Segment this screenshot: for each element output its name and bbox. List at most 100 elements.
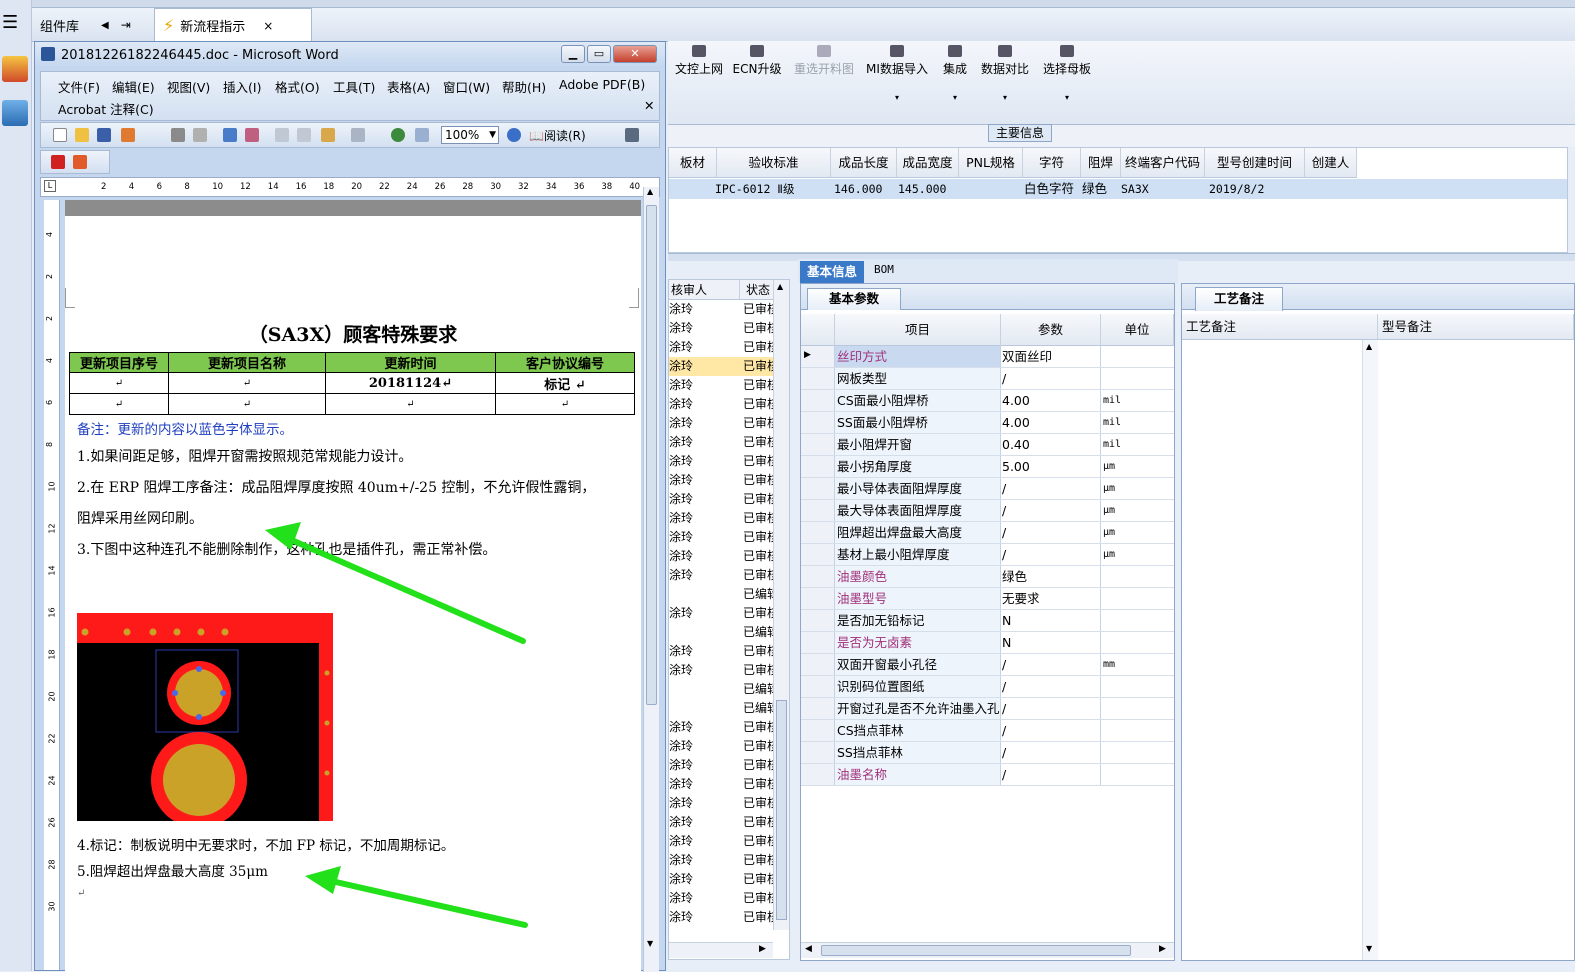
row-selector[interactable] bbox=[801, 566, 835, 587]
param-value[interactable]: N bbox=[1001, 610, 1101, 631]
close-menu-icon[interactable]: ✕ bbox=[644, 98, 654, 113]
param-row[interactable]: 油墨颜色 绿色 bbox=[801, 566, 1174, 588]
minimize-button[interactable]: ▁ bbox=[561, 45, 585, 63]
row-selector[interactable] bbox=[801, 456, 835, 477]
param-row[interactable]: 识别码位置图纸 / bbox=[801, 676, 1174, 698]
tab-component-library[interactable]: 组件库 ◀ ⇥ bbox=[32, 8, 150, 42]
arrow-left-icon[interactable]: ◀ bbox=[101, 20, 109, 31]
select-mother-board-button[interactable]: 选择母板 ▾ bbox=[1040, 41, 1094, 105]
read-button[interactable]: 📖阅读(R) bbox=[529, 127, 586, 144]
main-info-badge[interactable]: 主要信息 bbox=[988, 124, 1052, 142]
menu-acrobat[interactable]: Acrobat 注释(C) bbox=[58, 99, 154, 118]
tab-basic-info[interactable]: 基本信息 bbox=[800, 261, 864, 283]
hyperlink-icon[interactable] bbox=[391, 128, 405, 142]
column-header[interactable]: 型号创建时间 bbox=[1205, 148, 1305, 178]
tab-basic-params[interactable]: 基本参数 bbox=[807, 288, 901, 310]
column-header[interactable]: 参数 bbox=[1001, 314, 1101, 346]
pdf-icon[interactable] bbox=[51, 155, 65, 169]
column-header[interactable]: 创建人 bbox=[1305, 148, 1357, 178]
help-icon[interactable] bbox=[507, 128, 521, 142]
params-hscrollbar[interactable]: ◀ ▶ bbox=[801, 942, 1174, 958]
list-hscrollbar[interactable]: ▶ bbox=[669, 942, 773, 958]
param-row[interactable]: 油墨名称 / bbox=[801, 764, 1174, 786]
row-selector[interactable] bbox=[801, 412, 835, 433]
param-value[interactable]: 5.00 bbox=[1001, 456, 1101, 477]
column-header[interactable]: 验收标准 bbox=[717, 148, 831, 178]
param-row[interactable]: 最大导体表面阻焊厚度 / μm bbox=[801, 500, 1174, 522]
param-value[interactable]: N bbox=[1001, 632, 1101, 653]
ruler-tab-icon[interactable]: L bbox=[44, 180, 56, 192]
scroll-thumb[interactable] bbox=[821, 945, 1131, 956]
param-row[interactable]: 双面开窗最小孔径 / mm bbox=[801, 654, 1174, 676]
ecn-upgrade-button[interactable]: ECN升级 bbox=[732, 41, 782, 105]
spelling-icon[interactable] bbox=[223, 128, 237, 142]
row-selector[interactable] bbox=[801, 368, 835, 389]
close-button[interactable]: ✕ bbox=[613, 45, 657, 63]
zoom-select[interactable]: 100% ▼ bbox=[441, 126, 499, 144]
scroll-left-icon[interactable]: ◀ bbox=[805, 944, 812, 954]
row-selector[interactable] bbox=[801, 720, 835, 741]
param-row[interactable]: 是否加无铅标记 N bbox=[801, 610, 1174, 632]
param-row[interactable]: 最小拐角厚度 5.00 μm bbox=[801, 456, 1174, 478]
menu-tools[interactable]: 工具(T) bbox=[333, 77, 375, 96]
param-row[interactable]: 阻焊超出焊盘最大高度 / μm bbox=[801, 522, 1174, 544]
integration-button[interactable]: 集成 ▾ bbox=[938, 41, 972, 105]
menu-edit[interactable]: 编辑(E) bbox=[112, 77, 155, 96]
pdf-settings-icon[interactable] bbox=[73, 155, 87, 169]
column-header[interactable]: 成品宽度 bbox=[897, 148, 959, 178]
param-value[interactable]: / bbox=[1001, 720, 1101, 741]
scroll-right-icon[interactable]: ▶ bbox=[1159, 944, 1166, 954]
remarks-scrollbar[interactable]: ▲ ▼ bbox=[1362, 340, 1378, 960]
column-header[interactable]: 工艺备注 bbox=[1182, 314, 1378, 340]
menu-adobe-pdf[interactable]: Adobe PDF(B) bbox=[559, 77, 645, 92]
mi-import-button[interactable]: MI数据导入 ▾ bbox=[864, 41, 930, 105]
row-selector[interactable] bbox=[801, 654, 835, 675]
menu-file[interactable]: 文件(F) bbox=[58, 77, 100, 96]
param-row[interactable]: SS挡点菲林 / bbox=[801, 742, 1174, 764]
param-value[interactable]: / bbox=[1001, 654, 1101, 675]
menu-insert[interactable]: 插入(I) bbox=[223, 77, 261, 96]
document-icon[interactable] bbox=[2, 100, 28, 126]
row-selector[interactable] bbox=[801, 764, 835, 785]
param-row[interactable]: ▶ 丝印方式 双面丝印 bbox=[801, 346, 1174, 368]
preview-icon[interactable] bbox=[193, 128, 207, 142]
vertical-ruler[interactable]: 4 2 2 4 6 8 10 12 14 16 18 20 22 24 26 28 30 bbox=[44, 200, 60, 970]
factory-icon[interactable] bbox=[2, 56, 28, 82]
param-value[interactable]: / bbox=[1001, 478, 1101, 499]
row-selector[interactable] bbox=[801, 390, 835, 411]
main-info-grid[interactable]: 板材 验收标准 成品长度 成品宽度 PNL规格 字符 阻焊 终端客户代码 型号创… bbox=[668, 147, 1568, 253]
scroll-up-icon[interactable]: ▲ bbox=[647, 187, 653, 196]
param-row[interactable]: SS面最小阻焊桥 4.00 mil bbox=[801, 412, 1174, 434]
row-selector[interactable] bbox=[801, 698, 835, 719]
param-value[interactable]: 无要求 bbox=[1001, 588, 1101, 609]
param-value[interactable]: 双面丝印 bbox=[1001, 346, 1101, 367]
save-icon[interactable] bbox=[97, 128, 111, 142]
column-header[interactable]: PNL规格 bbox=[959, 148, 1023, 178]
param-value[interactable]: / bbox=[1001, 500, 1101, 521]
menu-format[interactable]: 格式(O) bbox=[275, 77, 320, 96]
paste-icon[interactable] bbox=[321, 128, 335, 142]
format-icon[interactable] bbox=[625, 128, 639, 142]
basic-params-panel[interactable]: 基本参数 项目 参数 单位 ▶ 丝印方式 双面丝印 网板类型 / CS面最小阻焊桥 4.00… bbox=[800, 283, 1175, 961]
param-value[interactable]: / bbox=[1001, 522, 1101, 543]
pin-icon[interactable]: ⇥ bbox=[121, 18, 131, 32]
param-value[interactable]: 0.40 bbox=[1001, 434, 1101, 455]
scroll-up-icon[interactable]: ▲ bbox=[777, 282, 783, 291]
scroll-right-icon[interactable]: ▶ bbox=[759, 944, 766, 954]
param-row[interactable]: 网板类型 / bbox=[801, 368, 1174, 390]
row-selector[interactable] bbox=[801, 478, 835, 499]
undo-icon[interactable] bbox=[351, 128, 365, 142]
param-row[interactable]: 是否为无卤素 N bbox=[801, 632, 1174, 654]
table-icon[interactable] bbox=[415, 128, 429, 142]
param-value[interactable]: / bbox=[1001, 676, 1101, 697]
publish-button[interactable]: 文控上网 bbox=[672, 41, 726, 105]
horizontal-ruler[interactable]: L 2 4 6 8 10 12 14 16 18 20 22 24 26 28 30 32 34 36 38 40 bbox=[40, 177, 660, 197]
param-row[interactable]: 基材上最小阻焊厚度 / μm bbox=[801, 544, 1174, 566]
permission-icon[interactable] bbox=[121, 128, 135, 142]
row-selector[interactable] bbox=[801, 434, 835, 455]
data-compare-button[interactable]: 数据对比 ▾ bbox=[978, 41, 1032, 105]
param-row[interactable]: 最小导体表面阻焊厚度 / μm bbox=[801, 478, 1174, 500]
param-value[interactable]: / bbox=[1001, 764, 1101, 785]
column-header[interactable]: 型号备注 bbox=[1378, 314, 1574, 340]
param-value[interactable]: 绿色 bbox=[1001, 566, 1101, 587]
